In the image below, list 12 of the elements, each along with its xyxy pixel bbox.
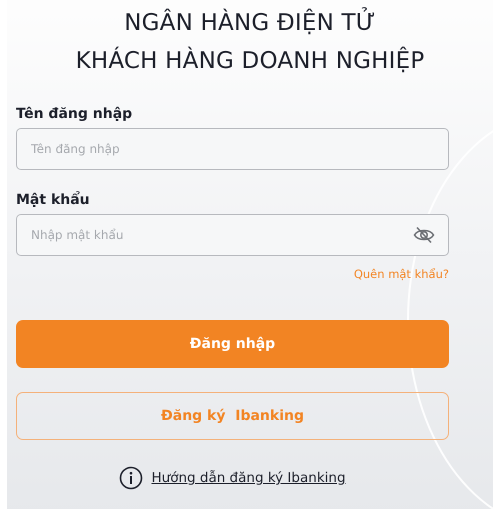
register-button[interactable]: Đăng ký Ibanking bbox=[16, 392, 449, 440]
login-button[interactable]: Đăng nhập bbox=[16, 320, 449, 368]
page-title: KHÁCH HÀNG DOANH NGHIỆP bbox=[74, 46, 426, 76]
help-link[interactable]: Hướng dẫn đăng ký Ibanking bbox=[151, 468, 346, 488]
input-field[interactable]: Nhập mật khẩu bbox=[16, 214, 449, 256]
input-field[interactable]: Tên đăng nhập bbox=[16, 128, 449, 170]
field-label: Tên đăng nhập bbox=[16, 105, 134, 124]
eye-slash-icon[interactable] bbox=[413, 226, 435, 244]
page-title: NGÂN HÀNG ĐIỆN TỬ bbox=[7, 0, 493, 38]
info-icon bbox=[119, 466, 144, 490]
field-label: Mật khẩu bbox=[16, 190, 91, 210]
forgot-password-link[interactable]: Quên mật khẩu? bbox=[354, 266, 449, 284]
